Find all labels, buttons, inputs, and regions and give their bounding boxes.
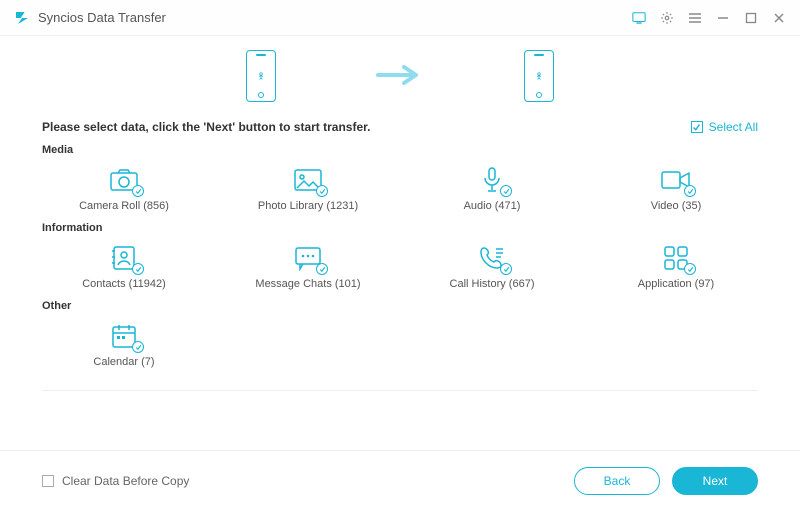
cast-icon[interactable]: [632, 11, 646, 25]
maximize-button[interactable]: [744, 11, 758, 25]
clear-checkbox-icon: [42, 475, 54, 487]
item-audio[interactable]: Audio (471): [410, 162, 574, 216]
gear-icon[interactable]: [660, 11, 674, 25]
photo-icon: [291, 166, 325, 194]
window-controls: [632, 11, 786, 25]
instruction-text: Please select data, click the 'Next' but…: [42, 120, 370, 134]
content-area: Please select data, click the 'Next' but…: [0, 120, 800, 391]
divider: [42, 390, 758, 391]
clear-label: Clear Data Before Copy: [62, 474, 189, 488]
contacts-icon: [107, 244, 141, 272]
item-label: Calendar (7): [93, 356, 154, 368]
item-label: Contacts (11942): [82, 278, 166, 290]
menu-icon[interactable]: [688, 11, 702, 25]
chat-icon: [291, 244, 325, 272]
next-button[interactable]: Next: [672, 467, 758, 495]
item-calendar[interactable]: Calendar (7): [42, 318, 206, 372]
item-camera-roll[interactable]: Camera Roll (856): [42, 162, 206, 216]
item-label: Video (35): [651, 200, 702, 212]
transfer-arrow-icon: [376, 63, 424, 90]
item-label: Camera Roll (856): [79, 200, 169, 212]
item-label: Audio (471): [464, 200, 521, 212]
app-logo-icon: [14, 10, 30, 26]
titlebar: Syncios Data Transfer: [0, 0, 800, 36]
clear-data-toggle[interactable]: Clear Data Before Copy: [42, 474, 189, 488]
video-icon: [659, 166, 693, 194]
item-contacts[interactable]: Contacts (11942): [42, 240, 206, 294]
phone-icon: [475, 244, 509, 272]
minimize-button[interactable]: [716, 11, 730, 25]
select-all-checkbox-icon: [691, 121, 703, 133]
calendar-icon: [107, 322, 141, 350]
source-device-icon: [246, 50, 276, 102]
back-button[interactable]: Back: [574, 467, 660, 495]
item-label: Message Chats (101): [255, 278, 360, 290]
section-label-information: Information: [42, 222, 758, 234]
section-label-media: Media: [42, 144, 758, 156]
footer: Clear Data Before Copy Back Next: [0, 450, 800, 510]
section-label-other: Other: [42, 300, 758, 312]
apps-icon: [659, 244, 693, 272]
item-photo-library[interactable]: Photo Library (1231): [226, 162, 390, 216]
information-grid: Contacts (11942) Message Chats (101) Cal…: [42, 240, 758, 294]
microphone-icon: [475, 166, 509, 194]
camera-icon: [107, 166, 141, 194]
item-label: Call History (667): [450, 278, 535, 290]
select-all-label: Select All: [709, 120, 758, 134]
other-grid: Calendar (7): [42, 318, 758, 372]
item-application[interactable]: Application (97): [594, 240, 758, 294]
device-row: [0, 36, 800, 112]
target-device-icon: [524, 50, 554, 102]
media-grid: Camera Roll (856) Photo Library (1231) A…: [42, 162, 758, 216]
close-button[interactable]: [772, 11, 786, 25]
item-label: Photo Library (1231): [258, 200, 358, 212]
app-title: Syncios Data Transfer: [38, 10, 166, 25]
select-all-toggle[interactable]: Select All: [691, 120, 758, 134]
item-message-chats[interactable]: Message Chats (101): [226, 240, 390, 294]
item-video[interactable]: Video (35): [594, 162, 758, 216]
item-call-history[interactable]: Call History (667): [410, 240, 574, 294]
item-label: Application (97): [638, 278, 714, 290]
